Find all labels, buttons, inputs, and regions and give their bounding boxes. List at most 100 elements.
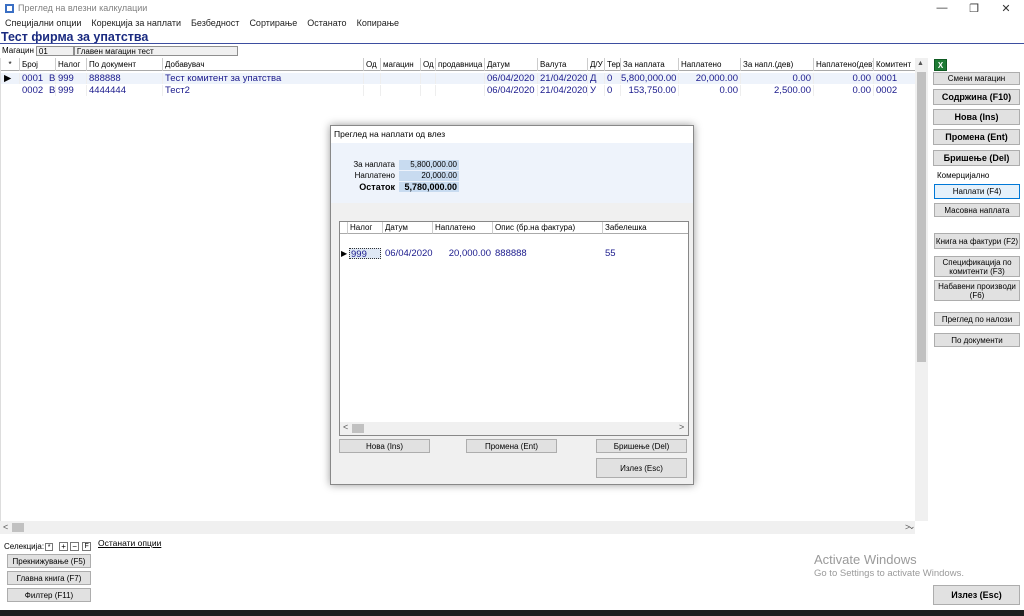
menu-sorting[interactable]: Сортирање bbox=[244, 18, 302, 28]
menu-copying[interactable]: Копирање bbox=[352, 18, 404, 28]
to-pay-value: 5,800,000.00 bbox=[399, 160, 459, 170]
taskbar-strip bbox=[0, 610, 1024, 616]
col-supplier[interactable]: Добавувач bbox=[163, 58, 364, 71]
menu-security[interactable]: Безбедност bbox=[186, 18, 244, 28]
col-from-1[interactable]: Од bbox=[364, 58, 381, 71]
edit-button[interactable]: Промена (Ent) bbox=[933, 129, 1020, 145]
toggle-button[interactable]: Прекнижување (F5) bbox=[7, 554, 91, 568]
grid-vscroll-thumb[interactable] bbox=[917, 72, 926, 362]
cell-supplier: Тест2 bbox=[163, 85, 364, 96]
dialog-grid-hscrollbar[interactable]: < > bbox=[340, 422, 688, 435]
col-to-pay[interactable]: За наплата bbox=[621, 58, 679, 71]
warehouse-row: Магацин 01 Главен магацин тест bbox=[0, 45, 238, 56]
remaining-label: Остаток bbox=[359, 182, 395, 192]
scroll-up-icon[interactable]: ▲ bbox=[917, 60, 924, 67]
cell-from-2 bbox=[421, 73, 436, 84]
dscroll-right-icon[interactable]: > bbox=[679, 422, 684, 432]
col-number[interactable]: Број bbox=[20, 58, 56, 71]
row-pointer-icon: ▶ bbox=[341, 249, 348, 258]
col-store[interactable]: продавница bbox=[436, 58, 485, 71]
selection-remove-button[interactable]: − bbox=[70, 542, 80, 551]
by-documents-button[interactable]: По документи bbox=[934, 333, 1020, 347]
dialog-edit-button[interactable]: Промена (Ent) bbox=[466, 439, 557, 453]
dialog-delete-button[interactable]: Бришење (Del) bbox=[596, 439, 687, 453]
dialog-title: Преглед на наплати од влез bbox=[331, 126, 693, 143]
table-row[interactable]: 0002 В 999 4444444 Тест2 06/04/2020 21/0… bbox=[1, 85, 916, 96]
dcell-description: 888888 bbox=[495, 248, 527, 259]
selection-all-button[interactable]: * bbox=[45, 542, 54, 551]
menu-other[interactable]: Останато bbox=[302, 18, 351, 28]
cell-date: 06/04/2020 bbox=[485, 73, 538, 84]
dcol-description[interactable]: Опис (бр.на фактура) bbox=[493, 222, 603, 234]
col-client[interactable]: Комитент bbox=[874, 58, 916, 71]
col-by-document[interactable]: По документ bbox=[87, 58, 163, 71]
dcell-order[interactable]: 999 bbox=[349, 248, 381, 260]
col-du[interactable]: Д/У bbox=[588, 58, 605, 71]
minimize-icon[interactable]: — bbox=[926, 0, 958, 16]
excel-icon[interactable]: X bbox=[934, 59, 947, 71]
filter-button[interactable]: Филтер (F11) bbox=[7, 588, 91, 602]
cell-warehouse bbox=[381, 85, 421, 96]
col-order[interactable]: Налог bbox=[56, 58, 87, 71]
dialog-exit-button[interactable]: Излез (Esc) bbox=[596, 458, 687, 478]
activation-line-2: Go to Settings to activate Windows. bbox=[814, 568, 964, 579]
col-to-pay-fx[interactable]: За напл.(дев) bbox=[741, 58, 814, 71]
spec-line-2: комитенти (F3) bbox=[949, 266, 1005, 276]
activation-line-1: Activate Windows bbox=[814, 552, 917, 567]
selection-row: Селекција: * + − F bbox=[4, 542, 92, 551]
exit-button[interactable]: Излез (Esc) bbox=[933, 585, 1020, 605]
cell-order: В 999 bbox=[47, 73, 87, 84]
cell-from-1 bbox=[364, 85, 381, 96]
cell-document: 888888 bbox=[87, 73, 163, 84]
window-title: Преглед на влезни калкулации bbox=[18, 3, 148, 13]
invoice-book-button[interactable]: Книга на фактури (F2) bbox=[934, 233, 1020, 249]
content-button[interactable]: Содржина (F10) bbox=[933, 89, 1020, 105]
delete-button[interactable]: Бришење (Del) bbox=[933, 150, 1020, 166]
warehouse-code-field[interactable]: 01 bbox=[35, 45, 74, 56]
restore-icon[interactable]: ❐ bbox=[958, 0, 990, 16]
menu-payment-correction[interactable]: Корекција за наплати bbox=[86, 18, 186, 28]
list-item[interactable]: ▶ 999 06/04/2020 20,000.00 888888 55 bbox=[340, 235, 688, 260]
dialog-summary: За наплата 5,800,000.00 Наплатено 20,000… bbox=[331, 143, 693, 203]
col-paid-fx[interactable]: Наплатено(дев) bbox=[814, 58, 874, 71]
scroll-down-icon[interactable]: ⌄ bbox=[908, 521, 916, 532]
selection-filter-button[interactable]: F bbox=[82, 542, 92, 551]
col-marker[interactable]: * bbox=[1, 58, 20, 71]
other-options-link[interactable]: Останати опции bbox=[98, 538, 161, 548]
col-paid[interactable]: Наплатено bbox=[679, 58, 741, 71]
dscroll-left-icon[interactable]: < bbox=[343, 422, 348, 432]
col-from-2[interactable]: Од bbox=[421, 58, 436, 71]
table-row[interactable]: ▶ 0001 В 999 888888 Тест комитент за упа… bbox=[1, 73, 916, 84]
grid-horizontal-scrollbar[interactable]: < > bbox=[0, 521, 915, 534]
by-orders-button[interactable]: Преглед по налози bbox=[934, 312, 1020, 326]
cell-paid-fx: 0.00 bbox=[814, 73, 874, 84]
payments-button[interactable]: Наплати (F4) bbox=[934, 184, 1020, 199]
col-date[interactable]: Датум bbox=[485, 58, 538, 71]
specification-by-clients-button[interactable]: Спецификација по комитенти (F3) bbox=[934, 256, 1020, 277]
grid-hscroll-thumb[interactable] bbox=[12, 523, 24, 532]
scroll-left-icon[interactable]: < bbox=[3, 522, 8, 532]
cell-due-date: 21/04/2020 bbox=[540, 85, 588, 96]
general-ledger-button[interactable]: Главна книга (F7) bbox=[7, 571, 91, 585]
purchased-products-button[interactable]: Набавени производи (F6) bbox=[934, 280, 1020, 301]
col-due-date[interactable]: Валута bbox=[538, 58, 588, 71]
cell-du: У bbox=[588, 85, 605, 96]
mass-payment-button[interactable]: Масовна наплата bbox=[934, 203, 1020, 217]
purchased-line-2: (F6) bbox=[969, 290, 985, 300]
new-button[interactable]: Нова (Ins) bbox=[933, 109, 1020, 125]
firm-name: Тест фирма за упатства bbox=[1, 30, 149, 44]
dcol-order[interactable]: Налог bbox=[348, 222, 383, 234]
grid-vertical-scrollbar[interactable]: ▲ bbox=[915, 58, 928, 521]
activation-watermark: Activate Windows Go to Settings to activ… bbox=[814, 552, 964, 579]
close-icon[interactable]: ✕ bbox=[990, 0, 1022, 16]
dcol-date[interactable]: Датум bbox=[383, 222, 433, 234]
dscroll-thumb[interactable] bbox=[352, 424, 364, 433]
menu-special-options[interactable]: Специјални опции bbox=[0, 18, 86, 28]
col-ter[interactable]: Тер bbox=[605, 58, 621, 71]
dcol-note[interactable]: Забелешка bbox=[603, 222, 688, 234]
col-warehouse[interactable]: магацин bbox=[381, 58, 421, 71]
selection-add-button[interactable]: + bbox=[59, 542, 69, 551]
change-warehouse-button[interactable]: Смени магацин bbox=[933, 72, 1020, 85]
dialog-new-button[interactable]: Нова (Ins) bbox=[339, 439, 430, 453]
dcol-paid[interactable]: Наплатено bbox=[433, 222, 493, 234]
